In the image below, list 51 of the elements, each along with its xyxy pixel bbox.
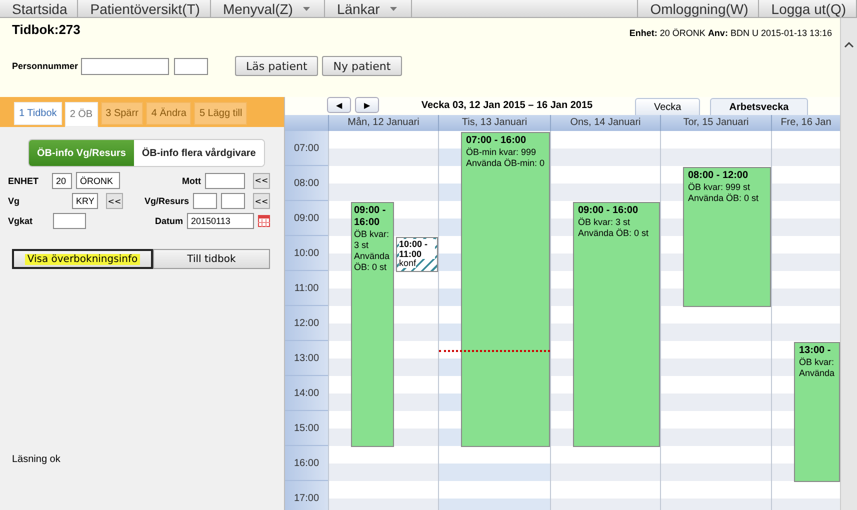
- picker-button[interactable]: <<: [253, 193, 270, 209]
- caret-icon: [302, 6, 310, 10]
- menu-item[interactable]: Patientöversikt(T): [78, 0, 211, 17]
- scroll-up-icon[interactable]: [844, 42, 854, 48]
- view-tab[interactable]: Arbetsvecka: [710, 98, 808, 115]
- field-label: Vg: [8, 196, 21, 206]
- week-title: Vecka 03, 12 Jan 2015 – 16 Jan 2015: [420, 100, 594, 111]
- tab[interactable]: 1 Tidbok: [14, 102, 62, 125]
- input-field[interactable]: [205, 172, 245, 188]
- menu-item[interactable]: Startsida: [0, 0, 78, 17]
- input-field[interactable]: 20: [52, 172, 72, 188]
- input-field[interactable]: [53, 213, 86, 229]
- page-title: Tidbok:273: [12, 22, 80, 37]
- menu-item[interactable]: Menyval(Z): [210, 0, 325, 17]
- view-tab[interactable]: Vecka: [635, 98, 700, 115]
- input-field[interactable]: [221, 193, 245, 209]
- picker-button[interactable]: <<: [253, 172, 270, 188]
- action-button[interactable]: Till tidbok: [152, 249, 270, 269]
- action-button[interactable]: Visa överbokningsinfo: [12, 249, 153, 269]
- tab[interactable]: 2 ÖB: [64, 102, 98, 127]
- conference-event[interactable]: 10:00 - 11:00 konf: [396, 237, 438, 272]
- patient-button[interactable]: Läs patient: [235, 56, 318, 76]
- nav-button[interactable]: ▶: [355, 97, 379, 113]
- booking-event[interactable]: 09:00 - 16:00 ÖB kvar: 3 st Använda ÖB: 0 st: [351, 202, 394, 447]
- menu-item[interactable]: Länkar: [324, 0, 412, 17]
- field-label: Datum: [154, 216, 183, 226]
- menu-item[interactable]: Omloggning(W): [637, 0, 760, 17]
- booking-event[interactable]: 13:00 - ÖB kvar: Använda: [794, 342, 840, 482]
- patient-button[interactable]: Ny patient: [322, 56, 402, 76]
- booking-event[interactable]: 09:00 - 16:00 ÖB kvar: 3 st Använda ÖB: 0 st: [573, 202, 660, 447]
- caret-icon: [390, 6, 397, 10]
- field-label: ENHET: [8, 176, 40, 186]
- segment-button[interactable]: ÖB-info Vg/Resurs: [29, 140, 134, 166]
- field-label: Mott: [182, 176, 201, 186]
- session-info: Enhet: 20 ÖRONK Anv: BDN U 2015-01-13 13:16: [629, 28, 832, 38]
- booking-event[interactable]: 08:00 - 12:00 ÖB kvar: 999 st Använda ÖB: 0 st: [683, 167, 771, 307]
- calendar-icon[interactable]: [258, 215, 270, 227]
- input-field[interactable]: [174, 58, 208, 74]
- date-field[interactable]: 20150113: [187, 213, 254, 229]
- field-label: Personnummer: [12, 61, 78, 71]
- input-field[interactable]: ÖRONK: [76, 172, 120, 189]
- input-field[interactable]: [193, 193, 217, 209]
- picker-button[interactable]: <<: [106, 193, 123, 209]
- nav-button[interactable]: ◀: [327, 97, 351, 113]
- field-label: Vg/Resurs: [144, 196, 189, 206]
- field-label: Vgkat: [8, 216, 34, 226]
- menu-item[interactable]: Logga ut(Q): [759, 0, 857, 17]
- input-field[interactable]: [81, 58, 170, 74]
- input-field[interactable]: KRY: [72, 193, 98, 209]
- status-text: Läsning ok: [12, 454, 62, 465]
- booking-event[interactable]: 07:00 - 16:00 ÖB-min kvar: 999 Använda ÖB-min: 0: [461, 132, 550, 447]
